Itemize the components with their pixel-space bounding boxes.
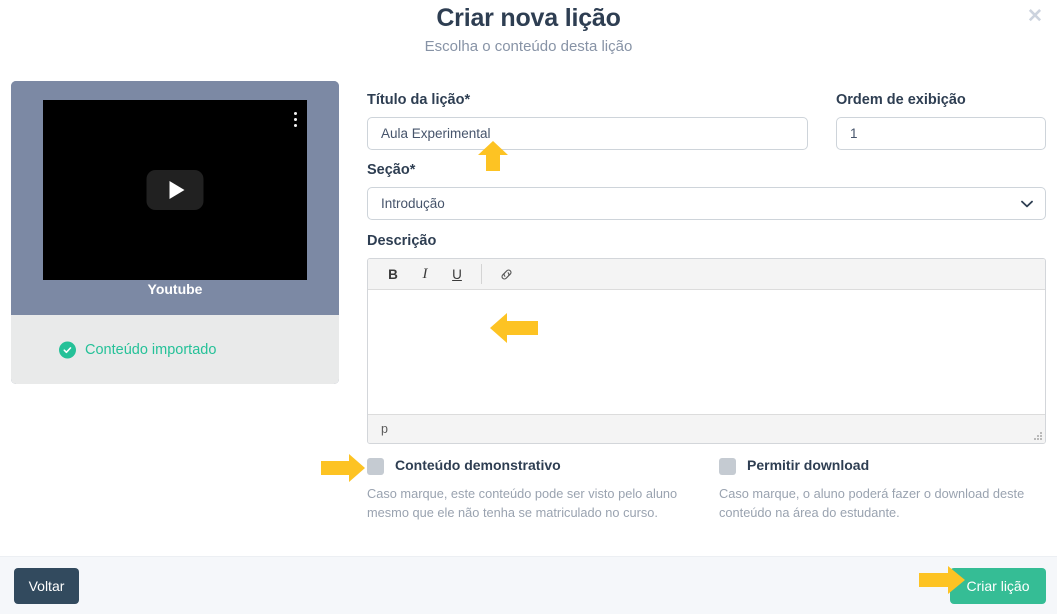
toolbar-divider [481,264,482,284]
allow-download-help: Caso marque, o aluno poderá fazer o down… [719,486,1025,520]
create-lesson-button[interactable]: Criar lição [950,568,1046,604]
close-icon[interactable]: ✕ [1022,3,1048,29]
media-provider-label: Youtube [147,281,203,297]
title-field-label: Título da lição* [367,92,471,108]
display-order-label: Ordem de exibição [836,92,966,108]
page-subtitle: Escolha o conteúdo desta lição [424,38,633,55]
editor-toolbar: B I U [368,259,1045,290]
media-preview-top: Youtube [11,81,339,315]
create-lesson-dialog: Criar nova lição Escolha o conteúdo dest… [0,0,1057,614]
dialog-header: Criar nova lição Escolha o conteúdo dest… [0,0,1057,62]
demo-content-checkbox[interactable] [367,458,384,475]
bold-button[interactable]: B [377,262,409,286]
video-player[interactable] [43,100,307,280]
editor-resize-grip[interactable] [1031,429,1042,440]
check-circle-icon [59,341,76,358]
description-editor: B I U p [367,258,1046,444]
required-mark: * [409,162,416,178]
section-select[interactable]: Introdução [367,187,1046,220]
lesson-title-input[interactable] [367,117,808,150]
description-textarea[interactable] [368,290,1045,414]
section-select-wrap: Introdução [367,187,1046,220]
media-status-text: Conteúdo importado [85,341,217,358]
underline-button[interactable]: U [441,262,473,286]
italic-button[interactable]: I [409,262,441,286]
required-mark: * [464,92,471,108]
dots-vertical-icon[interactable] [294,112,297,127]
demo-content-help: Caso marque, este conteúdo pode ser vist… [367,486,678,520]
display-order-input[interactable] [836,117,1046,150]
page-title: Criar nova lição [436,4,621,32]
play-icon[interactable] [146,170,204,210]
back-button[interactable]: Voltar [14,568,79,604]
editor-element-path: p [381,422,388,436]
demo-content-label: Conteúdo demonstrativo [395,457,561,473]
link-icon[interactable] [490,262,522,286]
allow-download-checkbox[interactable] [719,458,736,475]
arrow-demo-checkbox [321,454,365,482]
dialog-footer: Voltar Criar lição [0,556,1057,614]
allow-download-label: Permitir download [747,457,870,473]
media-status-bar: Conteúdo importado [11,315,339,384]
editor-status-bar: p [368,414,1045,443]
section-field-label: Seção* [367,162,416,178]
description-label: Descrição [367,233,437,249]
media-preview-card: Youtube Conteúdo importado [11,81,339,384]
